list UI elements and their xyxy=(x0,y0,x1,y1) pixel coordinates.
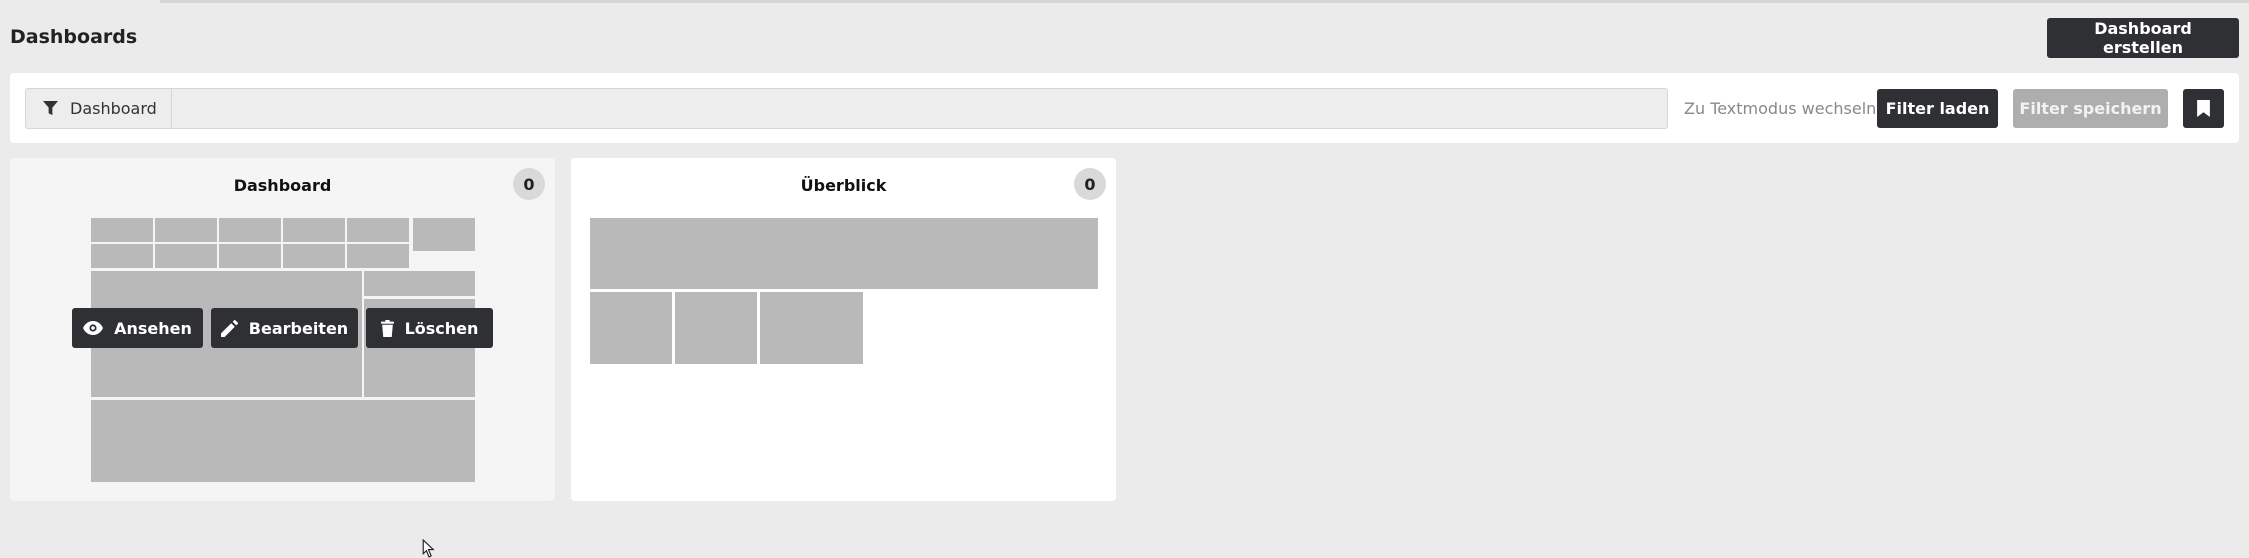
delete-button[interactable]: Löschen xyxy=(366,308,493,348)
delete-button-label: Löschen xyxy=(404,318,479,338)
page-title: Dashboards xyxy=(10,26,138,48)
eye-icon xyxy=(83,321,104,335)
filter-bar: Dashboard Zu Textmodus wechseln Filter l… xyxy=(10,73,2239,143)
count-badge: 0 xyxy=(513,168,545,200)
filter-input[interactable] xyxy=(171,88,1668,129)
view-button[interactable]: Ansehen xyxy=(72,308,203,348)
bookmark-button[interactable] xyxy=(2183,89,2224,128)
count-badge: 0 xyxy=(1074,168,1106,200)
filter-field-chip[interactable]: Dashboard xyxy=(25,88,171,129)
pencil-icon xyxy=(220,319,238,337)
bookmark-icon xyxy=(2197,100,2210,117)
create-dashboard-button[interactable]: Dashboard erstellen xyxy=(2047,18,2239,58)
edit-button-label: Bearbeiten xyxy=(248,318,349,338)
dashboard-card-title: Überblick xyxy=(800,176,887,195)
load-filter-button[interactable]: Filter laden xyxy=(1877,89,1998,128)
top-divider xyxy=(160,0,2249,3)
trash-icon xyxy=(380,319,394,337)
dashboard-card[interactable]: Dashboard 0 Ansehen Bearbeiten Löschen xyxy=(10,158,555,558)
filter-chip-label: Dashboard xyxy=(70,99,157,118)
dashboard-card[interactable]: Überblick 0 xyxy=(571,158,1116,501)
dashboard-card-title: Dashboard xyxy=(233,176,332,195)
save-filter-button[interactable]: Filter speichern xyxy=(2013,89,2168,128)
edit-button[interactable]: Bearbeiten xyxy=(211,308,358,348)
filter-icon xyxy=(43,101,58,116)
view-button-label: Ansehen xyxy=(114,318,192,338)
mouse-cursor-icon xyxy=(422,539,435,558)
text-mode-link[interactable]: Zu Textmodus wechseln xyxy=(1684,99,1876,118)
